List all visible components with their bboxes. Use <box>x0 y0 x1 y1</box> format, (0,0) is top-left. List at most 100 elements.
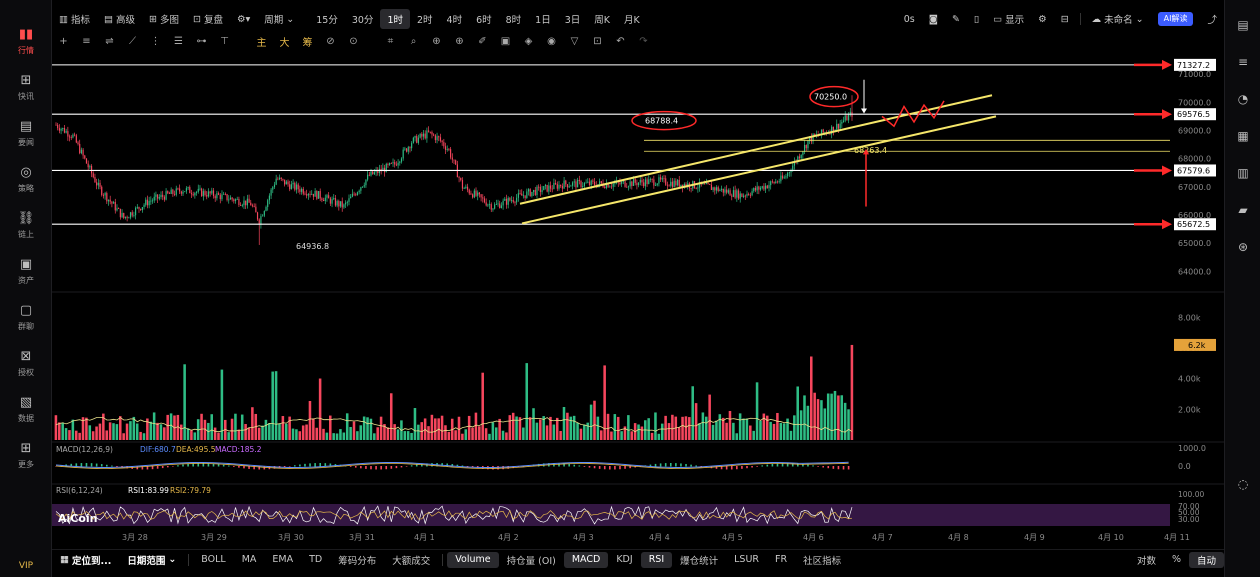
ai-interpret-button[interactable]: AI解读 <box>1157 12 1194 26</box>
log-scale-toggle[interactable]: 对数 <box>1129 552 1164 568</box>
crosshair-icon[interactable]: + <box>52 36 75 47</box>
interval-tab[interactable]: 周K <box>587 9 617 29</box>
multi-chart-button[interactable]: ⊞ 多图 <box>142 9 186 29</box>
order-icon[interactable]: ▰ <box>1225 191 1260 228</box>
eye-icon[interactable]: ◉ <box>540 36 563 47</box>
layout-name-dropdown[interactable]: ☁ 未命名 ⌄ <box>1085 9 1151 29</box>
sub-indicator-tab[interactable]: RSI <box>640 551 673 568</box>
main-indicator-tab[interactable]: 筹码分布 <box>330 552 384 568</box>
text-tool-icon[interactable]: ⊤ <box>213 36 236 47</box>
pattern-icon[interactable]: ⊶ <box>190 36 213 47</box>
ruler-icon[interactable]: ⌕ <box>402 36 425 47</box>
filter-icon[interactable]: ▽ <box>563 36 586 47</box>
main-indicator-tab[interactable]: MA <box>234 552 265 568</box>
interval-tab[interactable]: 2时 <box>410 9 440 29</box>
orderbook-icon[interactable]: ▤ <box>1225 6 1260 43</box>
main-indicator-tab[interactable]: EMA <box>264 552 301 568</box>
date-range-dropdown[interactable]: 日期范围 ⌄ <box>119 552 184 568</box>
interval-tab[interactable]: 3日 <box>558 9 588 29</box>
clipboard-icon[interactable]: ▯ <box>967 9 986 29</box>
sub-indicator-tab[interactable]: LSUR <box>726 552 767 568</box>
sidebar-item-6[interactable]: ▢ 群聊 <box>0 294 52 340</box>
sub-indicator-tab[interactable]: FR <box>767 552 795 568</box>
sub-indicator-tab[interactable]: MACD <box>563 551 609 568</box>
share-icon[interactable]: ⤴ <box>1200 9 1224 29</box>
interval-tab[interactable]: 8时 <box>499 9 529 29</box>
main-indicator-tab[interactable]: BOLL <box>193 552 233 568</box>
trash-icon[interactable]: ⊡ <box>586 36 609 47</box>
sub-indicator-tab[interactable]: Volume <box>447 551 499 568</box>
bell-icon[interactable]: ◔ <box>1225 80 1260 117</box>
camera-icon[interactable]: ◙ <box>922 9 945 29</box>
ray-icon[interactable]: ⇌ <box>98 36 121 47</box>
interval-tab[interactable]: 6时 <box>469 9 499 29</box>
alert-icon[interactable]: ⊘ <box>319 36 342 47</box>
candle-body <box>592 180 594 182</box>
channel-icon[interactable]: ⋮ <box>144 36 167 47</box>
sidebar-item-8[interactable]: ▧ 数据 <box>0 386 52 432</box>
sub-indicator-tab[interactable]: 社区指标 <box>795 552 849 568</box>
sidebar-item-7[interactable]: ⊠ 授权 <box>0 340 52 386</box>
date-axis-label: 3月 31 <box>349 533 375 542</box>
auto-scale-toggle[interactable]: 自动 <box>1188 551 1224 568</box>
layout-icon[interactable]: ⊟ <box>1054 9 1076 29</box>
settings-icon[interactable]: ⚙ <box>1031 9 1054 29</box>
price-chart[interactable]: 71000.070000.069000.068000.067000.066000… <box>52 52 1224 547</box>
vip-label[interactable]: VIP <box>0 561 52 571</box>
interval-tab[interactable]: 30分 <box>345 9 381 29</box>
trendline-icon[interactable]: ⟋ <box>121 36 144 47</box>
pencil-icon[interactable]: ✎ <box>945 9 967 29</box>
undo-icon[interactable]: ↶ <box>609 36 632 47</box>
sub-indicator-tab[interactable]: 爆仓统计 <box>672 552 726 568</box>
candle-body <box>529 189 531 197</box>
interval-tab[interactable]: 4时 <box>440 9 470 29</box>
replay-button[interactable]: ⊡ 复盘 <box>186 9 230 29</box>
trade-icon[interactable]: ⊛ <box>1225 228 1260 265</box>
main-indicator-tab[interactable]: TD <box>301 552 330 568</box>
volume-bar <box>796 386 799 440</box>
pen-icon[interactable]: ✐ <box>471 36 494 47</box>
flag-icon[interactable]: ▥ <box>1225 154 1260 191</box>
indicators-button[interactable]: ▥ 指标 <box>52 9 97 29</box>
sidebar-item-4[interactable]: ⛓ 链上 <box>0 202 52 248</box>
chips-toggle[interactable]: 筹 <box>296 34 319 49</box>
hline-icon[interactable]: ≡ <box>75 36 98 47</box>
settings-button[interactable]: ⚙▾ <box>230 9 257 29</box>
fib-icon[interactable]: ☰ <box>167 36 190 47</box>
main-indicator-toggle[interactable]: 主 <box>250 34 273 49</box>
sidebar-item-2[interactable]: ▤ 要闻 <box>0 110 52 156</box>
red-arrow-head <box>1162 165 1172 176</box>
image-icon[interactable]: ▣ <box>494 36 517 47</box>
watchlist-icon[interactable]: ≡ <box>1225 43 1260 80</box>
advanced-button[interactable]: ▤ 高级 <box>97 9 142 29</box>
candle-body <box>223 193 225 195</box>
big-trades-toggle[interactable]: 大 <box>273 34 296 49</box>
sub-indicator-tab[interactable]: KDJ <box>608 552 640 568</box>
sidebar-item-0[interactable]: ▮▮ 行情 <box>0 18 52 64</box>
volume-bar <box>379 416 383 440</box>
locate-button[interactable]: ▦ 定位到... <box>52 552 119 568</box>
sub-indicator-tab[interactable]: 持仓量 (OI) <box>499 552 564 568</box>
sidebar-item-9[interactable]: ⊞ 更多 <box>0 432 52 478</box>
chart-icon[interactable]: ▦ <box>1225 117 1260 154</box>
zoom-in-icon[interactable]: ⊕ <box>448 36 471 47</box>
sidebar-item-1[interactable]: ⊞ 快讯 <box>0 64 52 110</box>
interval-tab[interactable]: 月K <box>617 9 647 29</box>
period-dropdown[interactable]: 周期 ⌄ <box>257 9 301 29</box>
layers-icon[interactable]: ◈ <box>517 36 540 47</box>
magnet-icon[interactable]: ⊕ <box>425 36 448 47</box>
main-indicator-tab[interactable]: 大额成交 <box>384 552 438 568</box>
lock-icon[interactable]: ⊙ <box>342 36 365 47</box>
volume-bar <box>616 416 620 440</box>
interval-tab[interactable]: 1日 <box>528 9 558 29</box>
display-button[interactable]: ▭ 显示 <box>986 9 1031 29</box>
crop-icon[interactable]: ⌗ <box>379 36 402 47</box>
sidebar-item-5[interactable]: ▣ 资产 <box>0 248 52 294</box>
volume-bar <box>762 413 766 440</box>
redo-icon[interactable]: ↷ <box>632 36 655 47</box>
interval-tab[interactable]: 15分 <box>309 9 345 29</box>
help-icon[interactable]: ◌ <box>1225 465 1260 502</box>
percent-toggle[interactable]: % <box>1164 552 1189 568</box>
interval-tab[interactable]: 1时 <box>380 9 410 29</box>
sidebar-item-3[interactable]: ◎ 策略 <box>0 156 52 202</box>
